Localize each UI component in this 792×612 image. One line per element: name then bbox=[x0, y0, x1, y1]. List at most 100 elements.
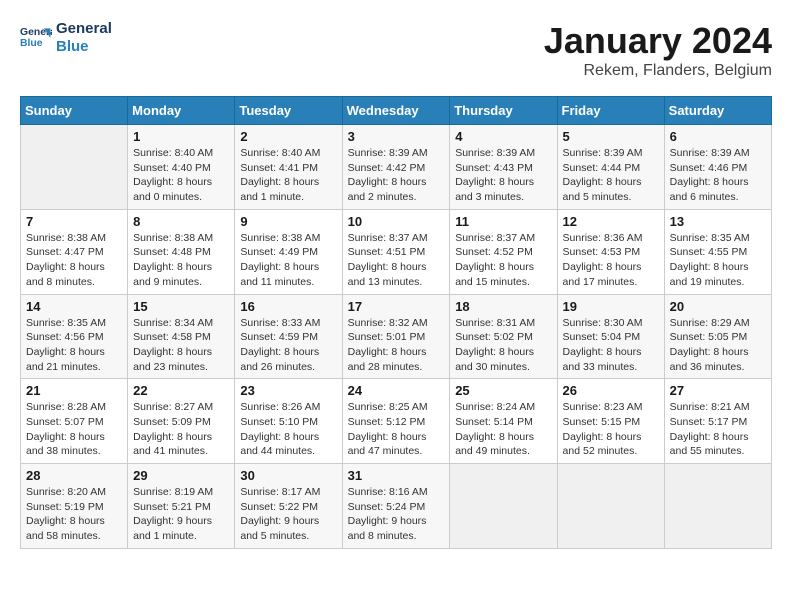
calendar-cell: 26Sunrise: 8:23 AMSunset: 5:15 PMDayligh… bbox=[557, 379, 664, 464]
day-number: 1 bbox=[133, 129, 229, 144]
day-number: 5 bbox=[563, 129, 659, 144]
day-number: 7 bbox=[26, 214, 122, 229]
calendar-cell: 22Sunrise: 8:27 AMSunset: 5:09 PMDayligh… bbox=[128, 379, 235, 464]
header-row: Sunday Monday Tuesday Wednesday Thursday… bbox=[21, 97, 772, 125]
day-info: Sunrise: 8:25 AMSunset: 5:12 PMDaylight:… bbox=[348, 400, 445, 459]
day-info: Sunrise: 8:31 AMSunset: 5:02 PMDaylight:… bbox=[455, 316, 551, 375]
day-number: 30 bbox=[240, 468, 336, 483]
day-info: Sunrise: 8:39 AMSunset: 4:43 PMDaylight:… bbox=[455, 146, 551, 205]
day-number: 9 bbox=[240, 214, 336, 229]
day-number: 3 bbox=[348, 129, 445, 144]
day-info: Sunrise: 8:27 AMSunset: 5:09 PMDaylight:… bbox=[133, 400, 229, 459]
calendar-week-5: 28 Sunrise: 8:20 AMSunset: 5:19 PMDayligh… bbox=[21, 464, 772, 549]
logo-text-blue: Blue bbox=[56, 38, 112, 56]
calendar-cell bbox=[557, 464, 664, 549]
header-monday: Monday bbox=[128, 97, 235, 125]
day-info: Sunrise: 8:32 AMSunset: 5:01 PMDaylight:… bbox=[348, 316, 445, 375]
day-info: Sunrise: 8:37 AMSunset: 4:51 PMDaylight:… bbox=[348, 231, 445, 290]
day-info: Sunrise: 8:39 AMSunset: 4:46 PMDaylight:… bbox=[670, 146, 766, 205]
calendar-cell: 13 Sunrise: 8:35 AMSunset: 4:55 PMDayligh… bbox=[664, 209, 771, 294]
day-number: 4 bbox=[455, 129, 551, 144]
day-number: 20 bbox=[670, 299, 766, 314]
calendar-cell: 3Sunrise: 8:39 AMSunset: 4:42 PMDaylight… bbox=[342, 125, 450, 210]
calendar-cell: 8Sunrise: 8:38 AMSunset: 4:48 PMDaylight… bbox=[128, 209, 235, 294]
calendar-cell: 29 Sunrise: 8:19 AMSunset: 5:21 PMDayligh… bbox=[128, 464, 235, 549]
day-info: Sunrise: 8:29 AMSunset: 5:05 PMDaylight:… bbox=[670, 316, 766, 375]
day-info: Sunrise: 8:19 AMSunset: 5:21 PMDaylight:… bbox=[133, 485, 229, 544]
calendar-cell: 24 Sunrise: 8:25 AMSunset: 5:12 PMDayligh… bbox=[342, 379, 450, 464]
day-number: 16 bbox=[240, 299, 336, 314]
day-info: Sunrise: 8:34 AMSunset: 4:58 PMDaylight:… bbox=[133, 316, 229, 375]
calendar-week-3: 14 Sunrise: 8:35 AMSunset: 4:56 PMDayligh… bbox=[21, 294, 772, 379]
calendar-cell bbox=[664, 464, 771, 549]
calendar-cell bbox=[450, 464, 557, 549]
day-info: Sunrise: 8:40 AMSunset: 4:41 PMDaylight:… bbox=[240, 146, 336, 205]
calendar-cell: 15 Sunrise: 8:34 AMSunset: 4:58 PMDayligh… bbox=[128, 294, 235, 379]
day-info: Sunrise: 8:28 AMSunset: 5:07 PMDaylight:… bbox=[26, 400, 122, 459]
calendar-cell: 19Sunrise: 8:30 AMSunset: 5:04 PMDayligh… bbox=[557, 294, 664, 379]
calendar-week-2: 7 Sunrise: 8:38 AMSunset: 4:47 PMDaylight… bbox=[21, 209, 772, 294]
day-number: 27 bbox=[670, 383, 766, 398]
calendar-cell: 18 Sunrise: 8:31 AMSunset: 5:02 PMDayligh… bbox=[450, 294, 557, 379]
day-info: Sunrise: 8:37 AMSunset: 4:52 PMDaylight:… bbox=[455, 231, 551, 290]
calendar-cell: 30 Sunrise: 8:17 AMSunset: 5:22 PMDayligh… bbox=[235, 464, 342, 549]
header-thursday: Thursday bbox=[450, 97, 557, 125]
day-number: 12 bbox=[563, 214, 659, 229]
calendar-header: Sunday Monday Tuesday Wednesday Thursday… bbox=[21, 97, 772, 125]
header-friday: Friday bbox=[557, 97, 664, 125]
calendar-week-4: 21 Sunrise: 8:28 AMSunset: 5:07 PMDayligh… bbox=[21, 379, 772, 464]
day-info: Sunrise: 8:38 AMSunset: 4:49 PMDaylight:… bbox=[240, 231, 336, 290]
day-info: Sunrise: 8:17 AMSunset: 5:22 PMDaylight:… bbox=[240, 485, 336, 544]
logo: General Blue General Blue bbox=[20, 20, 112, 56]
day-info: Sunrise: 8:20 AMSunset: 5:19 PMDaylight:… bbox=[26, 485, 122, 544]
header-wednesday: Wednesday bbox=[342, 97, 450, 125]
day-number: 10 bbox=[348, 214, 445, 229]
page-header: General Blue General Blue January 2024 R… bbox=[20, 20, 772, 80]
day-number: 6 bbox=[670, 129, 766, 144]
title-block: January 2024 Rekem, Flanders, Belgium bbox=[544, 20, 772, 80]
day-number: 25 bbox=[455, 383, 551, 398]
calendar-cell: 14 Sunrise: 8:35 AMSunset: 4:56 PMDayligh… bbox=[21, 294, 128, 379]
page-title: January 2024 bbox=[544, 20, 772, 62]
day-info: Sunrise: 8:16 AMSunset: 5:24 PMDaylight:… bbox=[348, 485, 445, 544]
calendar-cell bbox=[21, 125, 128, 210]
day-info: Sunrise: 8:35 AMSunset: 4:55 PMDaylight:… bbox=[670, 231, 766, 290]
calendar-cell: 25 Sunrise: 8:24 AMSunset: 5:14 PMDayligh… bbox=[450, 379, 557, 464]
calendar-cell: 5 Sunrise: 8:39 AMSunset: 4:44 PMDaylight… bbox=[557, 125, 664, 210]
day-number: 14 bbox=[26, 299, 122, 314]
day-number: 28 bbox=[26, 468, 122, 483]
day-info: Sunrise: 8:24 AMSunset: 5:14 PMDaylight:… bbox=[455, 400, 551, 459]
page-subtitle: Rekem, Flanders, Belgium bbox=[544, 62, 772, 80]
calendar-body: 1 Sunrise: 8:40 AMSunset: 4:40 PMDaylight… bbox=[21, 125, 772, 549]
calendar-cell: 27 Sunrise: 8:21 AMSunset: 5:17 PMDayligh… bbox=[664, 379, 771, 464]
svg-text:Blue: Blue bbox=[20, 38, 43, 49]
calendar-cell: 28 Sunrise: 8:20 AMSunset: 5:19 PMDayligh… bbox=[21, 464, 128, 549]
day-number: 26 bbox=[563, 383, 659, 398]
day-number: 24 bbox=[348, 383, 445, 398]
day-info: Sunrise: 8:39 AMSunset: 4:44 PMDaylight:… bbox=[563, 146, 659, 205]
logo-text-general: General bbox=[56, 20, 112, 38]
calendar-cell: 1 Sunrise: 8:40 AMSunset: 4:40 PMDaylight… bbox=[128, 125, 235, 210]
calendar-cell: 20 Sunrise: 8:29 AMSunset: 5:05 PMDayligh… bbox=[664, 294, 771, 379]
day-number: 2 bbox=[240, 129, 336, 144]
day-info: Sunrise: 8:38 AMSunset: 4:48 PMDaylight:… bbox=[133, 231, 229, 290]
day-number: 18 bbox=[455, 299, 551, 314]
calendar-cell: 6 Sunrise: 8:39 AMSunset: 4:46 PMDaylight… bbox=[664, 125, 771, 210]
calendar-cell: 2 Sunrise: 8:40 AMSunset: 4:41 PMDaylight… bbox=[235, 125, 342, 210]
day-number: 23 bbox=[240, 383, 336, 398]
day-info: Sunrise: 8:21 AMSunset: 5:17 PMDaylight:… bbox=[670, 400, 766, 459]
day-info: Sunrise: 8:26 AMSunset: 5:10 PMDaylight:… bbox=[240, 400, 336, 459]
calendar-cell: 16Sunrise: 8:33 AMSunset: 4:59 PMDayligh… bbox=[235, 294, 342, 379]
day-info: Sunrise: 8:35 AMSunset: 4:56 PMDaylight:… bbox=[26, 316, 122, 375]
day-number: 15 bbox=[133, 299, 229, 314]
day-info: Sunrise: 8:40 AMSunset: 4:40 PMDaylight:… bbox=[133, 146, 229, 205]
day-number: 19 bbox=[563, 299, 659, 314]
calendar-cell: 9 Sunrise: 8:38 AMSunset: 4:49 PMDaylight… bbox=[235, 209, 342, 294]
day-info: Sunrise: 8:36 AMSunset: 4:53 PMDaylight:… bbox=[563, 231, 659, 290]
day-number: 21 bbox=[26, 383, 122, 398]
day-number: 13 bbox=[670, 214, 766, 229]
day-number: 29 bbox=[133, 468, 229, 483]
day-info: Sunrise: 8:38 AMSunset: 4:47 PMDaylight:… bbox=[26, 231, 122, 290]
calendar-cell: 23 Sunrise: 8:26 AMSunset: 5:10 PMDayligh… bbox=[235, 379, 342, 464]
calendar-cell: 31Sunrise: 8:16 AMSunset: 5:24 PMDayligh… bbox=[342, 464, 450, 549]
